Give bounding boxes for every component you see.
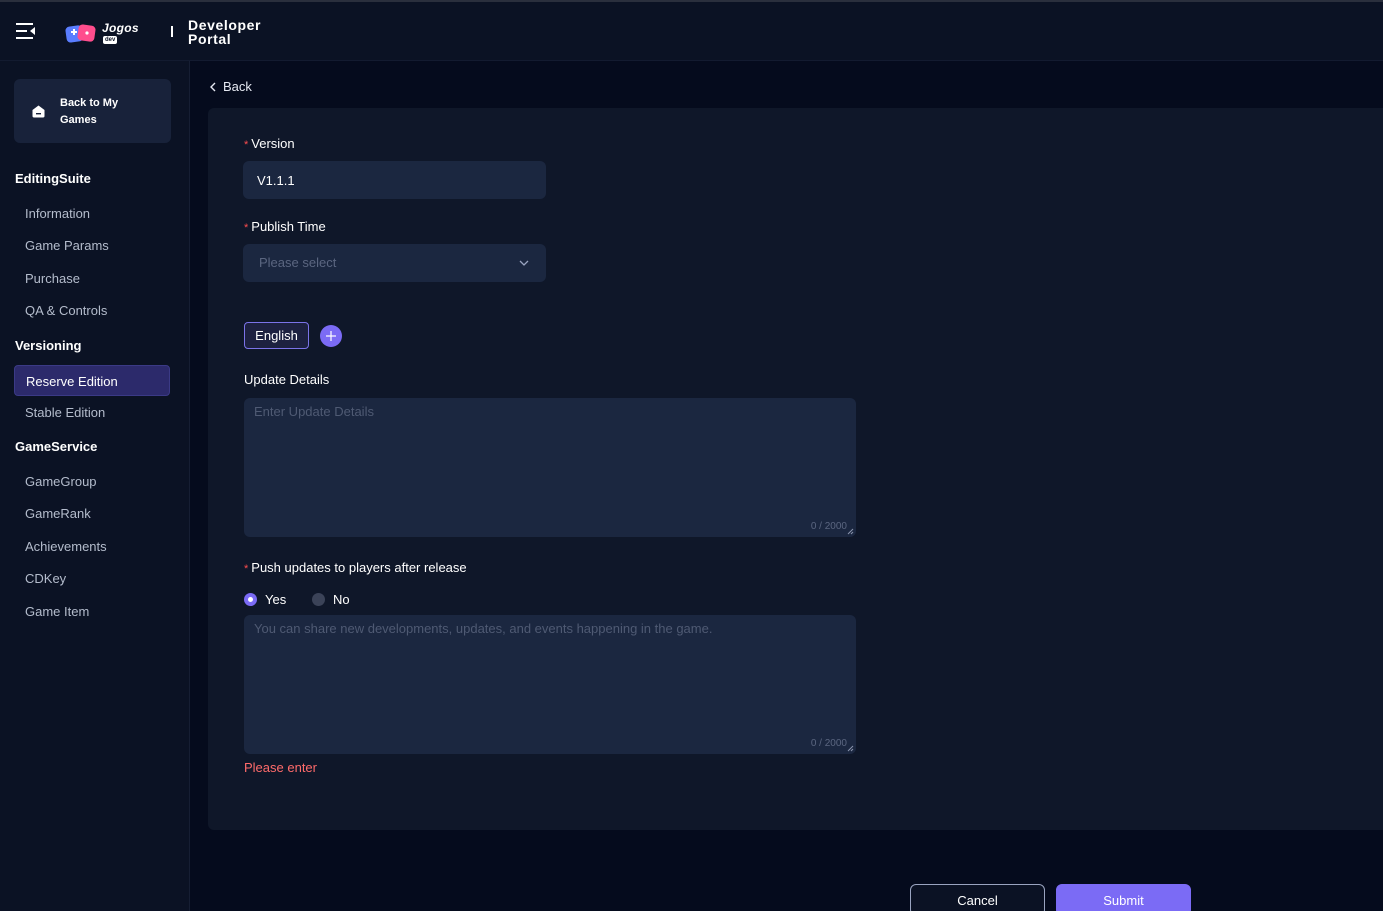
version-input[interactable]	[243, 161, 546, 199]
brand-name: Jogos	[102, 21, 139, 35]
publish-time-select[interactable]: Please select	[243, 244, 546, 282]
cancel-button[interactable]: Cancel	[910, 884, 1045, 911]
menu-collapse-icon[interactable]	[16, 22, 36, 40]
sidebar-item-cdkey[interactable]: CDKey	[14, 563, 170, 594]
sidebar: Back to My Games EditingSuite Informatio…	[0, 61, 190, 911]
publish-time-label: * Publish Time	[244, 219, 326, 234]
brand-badge: dev	[103, 36, 118, 44]
sidebar-item-stable-edition[interactable]: Stable Edition	[14, 397, 170, 428]
push-updates-message-textarea[interactable]	[244, 615, 856, 754]
back-to-my-games-label: Back to My Games	[60, 97, 119, 126]
update-details-counter: 0 / 2000	[810, 521, 847, 532]
section-title-gameservice: GameService	[15, 439, 98, 454]
required-marker: *	[244, 139, 249, 151]
push-updates-message-box: 0 / 2000	[244, 615, 856, 754]
jogos-logo-icon	[65, 24, 96, 43]
back-link-label: Back	[223, 79, 252, 94]
version-label: * Version	[244, 136, 295, 151]
sidebar-item-gamerank[interactable]: GameRank	[14, 498, 170, 529]
submit-button[interactable]: Submit	[1056, 884, 1191, 911]
push-updates-radio-no[interactable]: No	[312, 592, 350, 607]
section-title-editingsuite: EditingSuite	[15, 171, 91, 186]
radio-no-label: No	[333, 592, 350, 607]
update-details-label: Update Details	[244, 372, 330, 387]
push-updates-radio-yes[interactable]: Yes	[244, 592, 286, 607]
sidebar-item-qa-controls[interactable]: QA & Controls	[14, 295, 170, 326]
language-tab-english[interactable]: English	[244, 322, 309, 349]
home-icon	[32, 105, 45, 118]
radio-checked-icon	[244, 593, 257, 606]
section-title-versioning: Versioning	[15, 338, 82, 353]
portal-title: Developer Portal	[188, 17, 262, 47]
update-details-textarea[interactable]	[244, 398, 856, 537]
radio-unchecked-icon	[312, 593, 325, 606]
sidebar-item-achievements[interactable]: Achievements	[14, 531, 170, 562]
sidebar-item-gamegroup[interactable]: GameGroup	[14, 466, 170, 497]
publish-time-placeholder: Please select	[259, 255, 337, 270]
update-details-box: 0 / 2000	[244, 398, 856, 537]
top-bar: Jogos dev Developer Portal	[0, 0, 1383, 61]
add-language-button[interactable]	[320, 325, 342, 347]
sidebar-item-game-params[interactable]: Game Params	[14, 230, 170, 261]
push-updates-counter: 0 / 2000	[810, 738, 847, 749]
header-divider	[171, 26, 173, 37]
resize-grip-icon[interactable]	[847, 745, 854, 752]
required-marker: *	[244, 222, 249, 234]
back-to-my-games-button[interactable]: Back to My Games	[14, 79, 171, 143]
validation-error: Please enter	[244, 760, 317, 775]
required-marker: *	[244, 563, 249, 575]
sidebar-item-reserve-edition[interactable]: Reserve Edition	[14, 365, 170, 396]
plus-icon	[326, 331, 336, 341]
push-updates-label: * Push updates to players after release	[244, 560, 467, 575]
chevron-down-icon	[519, 260, 529, 266]
radio-yes-label: Yes	[265, 592, 287, 607]
sidebar-item-purchase[interactable]: Purchase	[14, 263, 170, 294]
back-link[interactable]: Back	[209, 79, 252, 94]
resize-grip-icon[interactable]	[847, 528, 854, 535]
sidebar-item-game-item[interactable]: Game Item	[14, 596, 170, 627]
sidebar-item-information[interactable]: Information	[14, 198, 170, 229]
chevron-left-icon	[210, 82, 216, 91]
